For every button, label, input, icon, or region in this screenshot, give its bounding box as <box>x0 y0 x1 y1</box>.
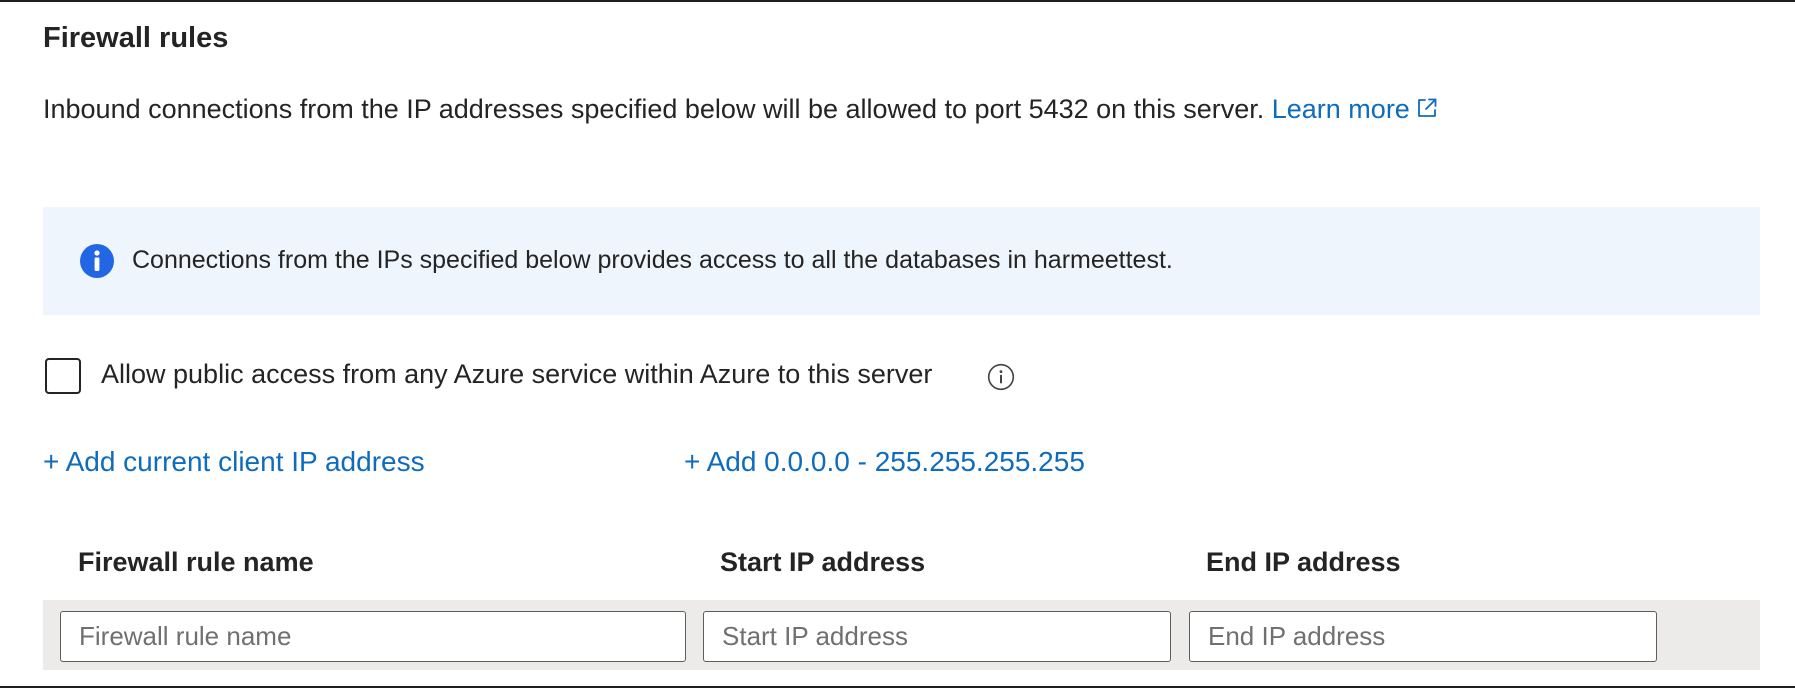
column-header-rule-name: Firewall rule name <box>78 547 314 577</box>
info-outline-icon[interactable] <box>987 363 1015 391</box>
info-banner-text: Connections from the IPs specified below… <box>132 246 1173 274</box>
rule-name-input[interactable] <box>60 611 686 662</box>
end-ip-input[interactable] <box>1189 611 1657 662</box>
azure-access-label: Allow public access from any Azure servi… <box>101 359 933 389</box>
add-client-ip-button[interactable]: + Add current client IP address <box>43 446 425 478</box>
section-description: Inbound connections from the IP addresse… <box>43 94 1438 125</box>
learn-more-link[interactable]: Learn more <box>1272 94 1438 124</box>
section-title: Firewall rules <box>43 22 229 54</box>
learn-more-label: Learn more <box>1271 94 1410 124</box>
description-text: Inbound connections from the IP addresse… <box>43 94 1265 124</box>
azure-access-checkbox[interactable] <box>45 358 81 394</box>
start-ip-input[interactable] <box>703 611 1171 662</box>
external-link-icon <box>1417 98 1437 117</box>
column-header-start-ip: Start IP address <box>720 547 926 577</box>
info-icon <box>80 244 114 278</box>
column-header-end-ip: End IP address <box>1206 547 1401 577</box>
add-full-range-button[interactable]: + Add 0.0.0.0 - 255.255.255.255 <box>684 446 1085 478</box>
